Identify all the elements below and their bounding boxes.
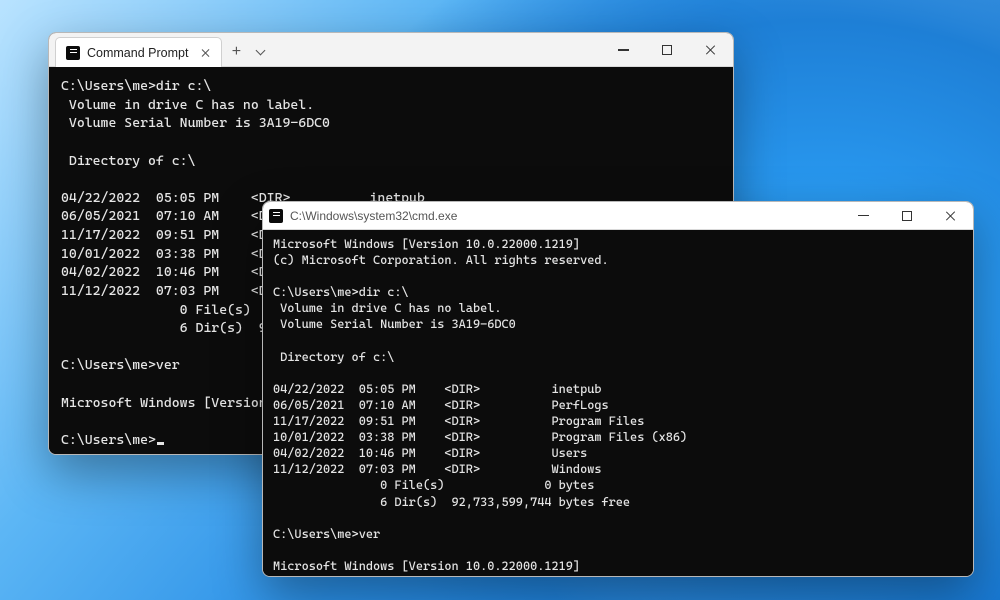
- window-cmd: C:\Windows\system32\cmd.exe Microsoft Wi…: [262, 201, 974, 577]
- minimize-icon: [858, 215, 869, 216]
- minimize-button[interactable]: [601, 33, 645, 67]
- titlebar[interactable]: Command Prompt +: [49, 33, 733, 67]
- terminal-output[interactable]: Microsoft Windows [Version 10.0.22000.12…: [263, 230, 973, 577]
- close-icon: [705, 44, 717, 56]
- new-tab-button[interactable]: +: [222, 37, 250, 66]
- tab-command-prompt[interactable]: Command Prompt: [55, 37, 222, 67]
- window-title: C:\Windows\system32\cmd.exe: [290, 209, 457, 223]
- maximize-button[interactable]: [885, 202, 929, 230]
- tab-dropdown-button[interactable]: [250, 37, 270, 66]
- minimize-button[interactable]: [841, 202, 885, 230]
- tab-close-button[interactable]: [201, 48, 211, 58]
- maximize-icon: [902, 211, 912, 221]
- maximize-icon: [662, 45, 672, 55]
- close-button[interactable]: [929, 202, 973, 230]
- titlebar[interactable]: C:\Windows\system32\cmd.exe: [263, 202, 973, 230]
- cmd-icon: [269, 209, 283, 223]
- tab-title: Command Prompt: [87, 46, 188, 60]
- close-button[interactable]: [689, 33, 733, 67]
- maximize-button[interactable]: [645, 33, 689, 67]
- minimize-icon: [618, 49, 629, 50]
- cmd-icon: [66, 46, 80, 60]
- titlebar-drag-area[interactable]: [270, 33, 601, 66]
- close-icon: [945, 210, 957, 222]
- cursor: [157, 442, 164, 445]
- chevron-down-icon: [255, 45, 265, 55]
